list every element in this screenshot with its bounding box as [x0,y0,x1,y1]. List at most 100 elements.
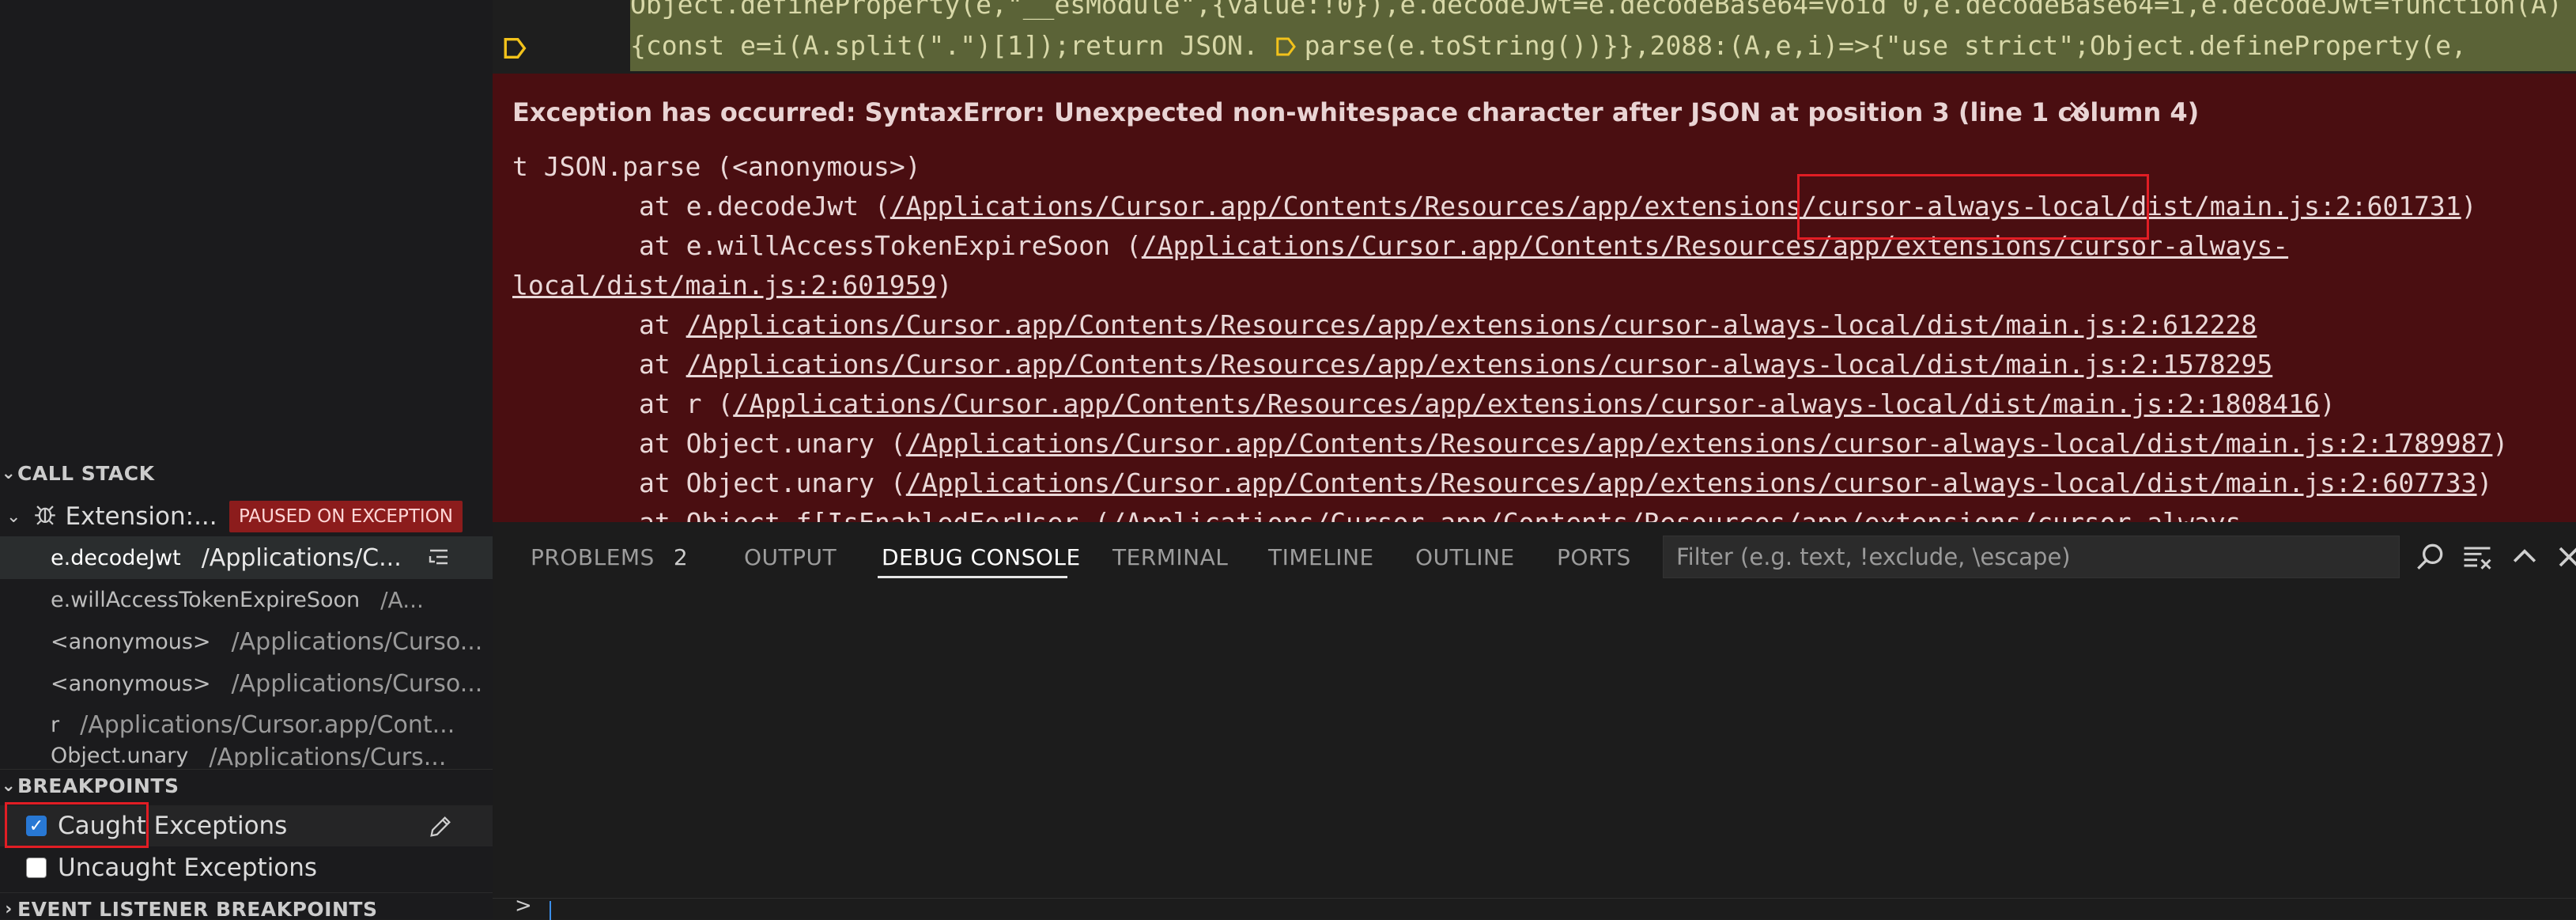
stack-link[interactable]: /Applications/Cursor.app/Contents/Resour… [890,191,2461,221]
stack-trace-line: at /Applications/Cursor.app/Contents/Res… [639,349,2272,380]
stack-link[interactable]: /Applications/Cursor.app/Contents/Resour… [906,468,2477,498]
panel-tab-bar: PROBLEMS 2 OUTPUT DEBUG CONSOLE TERMINAL … [493,522,2576,585]
search-icon[interactable] [2412,540,2447,574]
frame-prefix: at Object.unary ( [639,428,906,459]
frame-path: /Applications/C... [201,543,402,572]
call-stack-title: CALL STACK [17,461,155,485]
close-panel-icon[interactable] [2551,540,2576,574]
inline-breakpoint-icon [1275,30,1305,61]
stack-link[interactable]: /Applications/Cursor.app/Contents/Resour… [1110,507,2257,522]
stack-link[interactable]: /Applications/Cursor.app/Contents/Resour… [906,428,2493,459]
edit-pencil-icon[interactable] [427,813,454,846]
active-tab-indicator [878,576,1067,578]
paused-on-exception-badge: PAUSED ON EXCEPTION [229,501,463,532]
tab-terminal[interactable]: TERMINAL [1112,544,1228,570]
chevron-right-icon: › [5,899,13,919]
frame-path: /Applications/Curso... [231,669,483,698]
code-text: parse(e.toString())}},2088:(A,e,i)=>{"us… [1304,30,2467,61]
frame-prefix: at [639,309,686,340]
call-stack-frame[interactable]: Object.unary /Applications/Curs... [0,744,493,767]
tab-outline[interactable]: OUTLINE [1415,544,1515,570]
tab-ports[interactable]: PORTS [1557,544,1631,570]
stack-trace-line: at e.decodeJwt (/Applications/Cursor.app… [639,191,2477,221]
code-editor: Object.defineProperty(e,"__esModule",{va… [493,0,2576,522]
console-prompt: > [515,894,532,918]
call-stack-frame[interactable]: <anonymous> /Applications/Curso... [0,620,493,663]
stack-trace-line: at Object.unary (/Applications/Cursor.ap… [639,468,2492,498]
annotation-highlight-box [5,802,149,848]
chevron-up-icon[interactable] [2507,540,2542,574]
frame-suffix: ) [936,270,953,301]
uncaught-exceptions-checkbox[interactable] [26,858,47,878]
frame-suffix: ) [2461,191,2477,221]
stack-trace-line: at Object.unary (/Applications/Cursor.ap… [639,428,2508,459]
frame-path: /Applications/Cursor.app/Cont... [80,710,455,739]
frame-prefix: at e.decodeJwt ( [639,191,890,221]
frame-prefix: at Object.unary ( [639,468,906,498]
frame-function: <anonymous> [51,629,211,654]
bottom-panel: PROBLEMS 2 OUTPUT DEBUG CONSOLE TERMINAL … [493,522,2576,920]
frame-prefix: at e.willAccessTokenExpireSoon ( [639,230,1142,261]
stack-link[interactable]: /Applications/Cursor.app/Contents/Resour… [686,309,2257,340]
frame-function: e.willAccessTokenExpireSoon [51,587,361,612]
frame-suffix: ) [2476,468,2493,498]
filter-input[interactable]: Filter (e.g. text, !exclude, \escape) [1663,536,2400,578]
call-stack-frame[interactable]: e.willAccessTokenExpireSoon /A... [0,578,493,621]
code-line[interactable]: {const e=i(A.split(".")[1]);return JSON.… [630,30,2467,61]
stack-link[interactable]: /Applications/Cursor.app/Contents/Resour… [733,388,2320,419]
thread-label: Extension:... [65,502,217,531]
code-text: {const e=i(A.split(".")[1]);return JSON. [630,30,1259,61]
debug-sidebar: ⌄ CALL STACK ⌄ Extension:... PAUSED ON E… [0,0,493,919]
exception-title: Exception has occurred: SyntaxError: Une… [512,97,2200,127]
tab-debug-console[interactable]: DEBUG CONSOLE [882,544,1081,570]
text-cursor [550,901,551,920]
call-stack-frame[interactable]: <anonymous> /Applications/Curso... [0,662,493,705]
breakpoint-label: Uncaught Exceptions [58,854,318,882]
stack-trace-line: local/dist/main.js:2:601959) [512,270,952,301]
frame-prefix: at [639,349,686,380]
tab-problems[interactable]: PROBLEMS 2 [531,544,688,570]
frame-function: e.decodeJwt [51,545,181,570]
stack-trace-line: at r (/Applications/Cursor.app/Contents/… [639,388,2336,419]
stack-trace-line: t JSON.parse (<anonymous>) [512,151,921,182]
event-listener-title: EVENT LISTENER BREAKPOINTS [17,897,378,920]
breakpoint-uncaught-exceptions[interactable]: Uncaught Exceptions [0,847,493,888]
close-icon[interactable]: × [2066,93,2090,126]
frame-function: <anonymous> [51,671,211,696]
stack-trace-line: at Object.f[IsEnabledForUser (/Applicati… [639,507,2257,522]
frame-suffix: ) [2492,428,2509,459]
restart-frame-icon[interactable] [427,546,459,577]
tab-output[interactable]: OUTPUT [744,544,837,570]
frame-prefix: at Object.f[IsEnabledForUser ( [639,507,1110,522]
event-listener-breakpoints-header[interactable]: › EVENT LISTENER BREAKPOINTS [0,892,493,919]
breakpoints-title: BREAKPOINTS [17,774,179,797]
chevron-down-icon: ⌄ [1,775,17,796]
tab-timeline[interactable]: TIMELINE [1268,544,1374,570]
frame-function: Object.unary [51,744,189,767]
tab-label: PROBLEMS [531,544,655,570]
problems-count-badge: 2 [673,544,689,570]
call-stack-frame[interactable]: e.decodeJwt /Applications/C... [0,536,493,579]
frame-path: /Applications/Curs... [209,744,447,767]
stack-link[interactable]: /Applications/Cursor.app/Contents/Resour… [686,349,2273,380]
paused-exception-glyph-icon [502,35,527,59]
filter-placeholder: Filter (e.g. text, !exclude, \escape) [1676,543,2071,570]
bug-icon [32,501,59,533]
frame-path: /A... [380,586,424,613]
chevron-down-icon: ⌄ [6,506,21,527]
frame-function: r [51,712,60,737]
frame-suffix: ) [2319,388,2336,419]
debug-console-input[interactable]: > [493,894,2576,920]
code-line[interactable]: Object.defineProperty(e,"__esModule",{va… [630,0,2563,20]
chevron-down-icon: ⌄ [1,463,17,483]
exception-widget: Exception has occurred: SyntaxError: Une… [493,74,2576,522]
annotation-highlight-box [1797,174,2149,240]
stack-link[interactable]: local/dist/main.js:2:601959 [512,270,936,301]
call-stack-header[interactable]: ⌄ CALL STACK [0,457,493,489]
frame-path: /Applications/Curso... [231,627,483,656]
frame-prefix: at r ( [639,388,734,419]
breakpoints-header[interactable]: ⌄ BREAKPOINTS [0,769,493,801]
call-stack-frame[interactable]: r /Applications/Cursor.app/Cont... [0,703,493,746]
stack-trace-line: at /Applications/Cursor.app/Contents/Res… [639,309,2257,340]
clear-console-icon[interactable] [2460,540,2495,574]
